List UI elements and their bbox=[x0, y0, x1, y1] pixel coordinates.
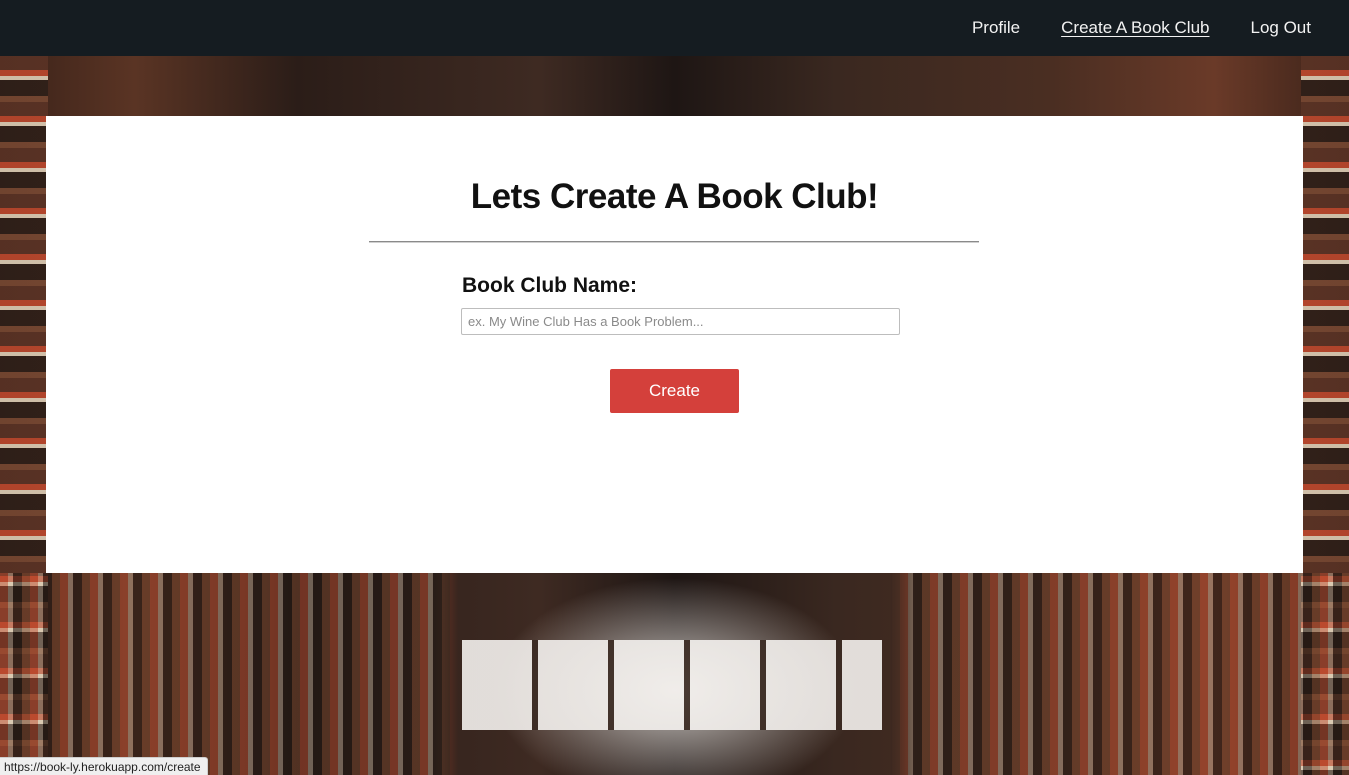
bookshelves-bottom bbox=[0, 573, 1349, 775]
status-bar-url: https://book-ly.herokuapp.com/create bbox=[0, 757, 208, 775]
club-name-input[interactable] bbox=[461, 308, 900, 335]
nav-link-create-book-club[interactable]: Create A Book Club bbox=[1061, 18, 1209, 38]
top-navbar: Profile Create A Book Club Log Out bbox=[0, 0, 1349, 56]
nav-link-log-out[interactable]: Log Out bbox=[1251, 18, 1312, 38]
club-name-label: Book Club Name: bbox=[462, 274, 638, 297]
nav-links: Profile Create A Book Club Log Out bbox=[972, 0, 1311, 56]
nav-link-profile[interactable]: Profile bbox=[972, 18, 1020, 38]
page-title: Lets Create A Book Club! bbox=[470, 177, 879, 216]
title-divider bbox=[369, 241, 979, 243]
create-button[interactable]: Create bbox=[610, 369, 739, 413]
